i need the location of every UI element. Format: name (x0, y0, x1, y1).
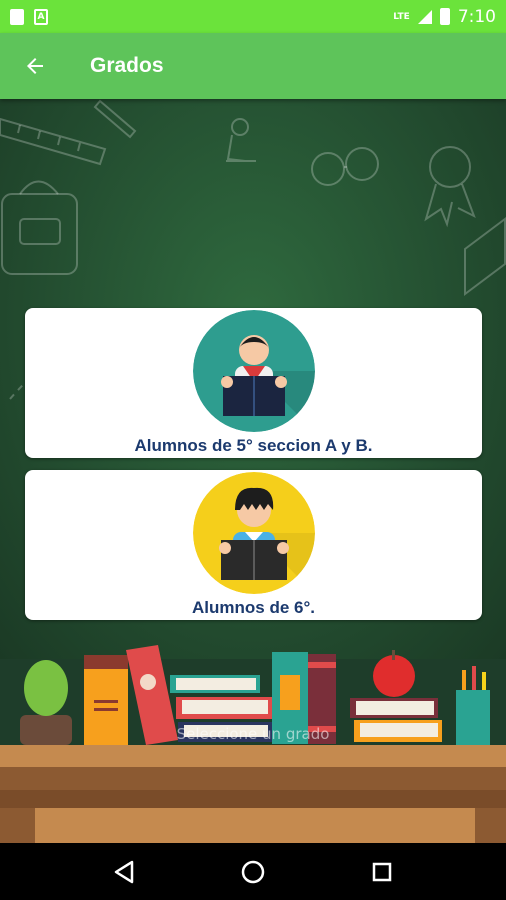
desk-drawer (35, 808, 475, 843)
student-reading-avatar-teal (192, 310, 315, 432)
battery-icon (439, 8, 450, 25)
status-bar: A LTE 7:10 (0, 0, 506, 33)
desk-top (0, 745, 506, 767)
triangle-back-icon (115, 860, 134, 883)
student-reading-avatar-yellow (192, 472, 315, 594)
app-bar: Grados (0, 33, 506, 99)
card-label: Alumnos de 5° seccion A y B. (134, 436, 373, 455)
back-button[interactable] (10, 41, 60, 91)
grade-card-5[interactable]: Alumnos de 5° seccion A y B. (25, 308, 482, 458)
arrow-back-icon (27, 58, 43, 74)
toast-message: Seleccione un grado (176, 725, 330, 743)
notification-a-icon: A (34, 8, 48, 25)
lte-indicator: LTE (393, 11, 410, 22)
desk-strip (0, 790, 506, 808)
square-recents-icon (372, 862, 391, 881)
clock: 7:10 (457, 6, 496, 27)
nav-recents-button[interactable] (362, 852, 402, 892)
page-title: Grados (90, 54, 164, 77)
nav-home-button[interactable] (233, 852, 273, 892)
sd-card-icon (10, 8, 24, 25)
card-label: Alumnos de 6°. (192, 598, 315, 617)
nav-back-button[interactable] (104, 852, 144, 892)
signal-icon (417, 9, 432, 24)
system-nav-bar (0, 843, 506, 900)
circle-home-icon (241, 860, 265, 883)
grade-card-6[interactable]: Alumnos de 6°. (25, 470, 482, 620)
